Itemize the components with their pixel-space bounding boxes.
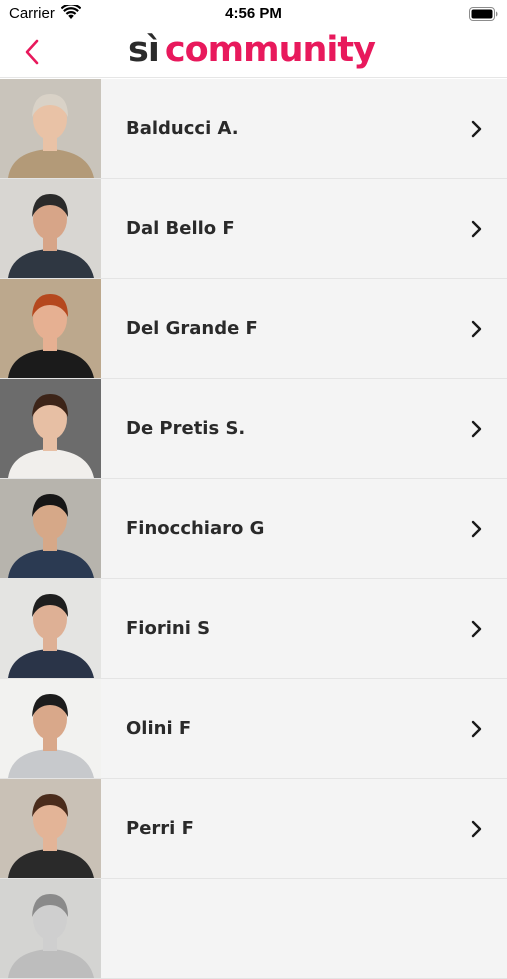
logo-community-text: community bbox=[164, 30, 376, 70]
person-name: De Pretis S. bbox=[126, 418, 246, 439]
chevron-right-icon bbox=[469, 219, 483, 239]
person-name: Olini F bbox=[126, 718, 192, 739]
person-row[interactable]: Perri F bbox=[0, 779, 507, 879]
person-row[interactable]: Finocchiaro G bbox=[0, 479, 507, 579]
status-bar: Carrier 4:56 PM bbox=[0, 0, 507, 28]
app-logo: sì community bbox=[128, 30, 376, 74]
person-row[interactable]: Fiorini S bbox=[0, 579, 507, 679]
chevron-right-icon bbox=[469, 419, 483, 439]
chevron-right-icon bbox=[469, 119, 483, 139]
person-name: Balducci A. bbox=[126, 118, 239, 139]
person-name: Del Grande F bbox=[126, 318, 258, 339]
person-name: Dal Bello F bbox=[126, 218, 235, 239]
people-list: Balducci A. Dal Bello F Del Grande F De Pre… bbox=[0, 79, 507, 979]
back-button[interactable] bbox=[20, 38, 48, 66]
person-row[interactable]: Balducci A. bbox=[0, 79, 507, 179]
person-photo bbox=[0, 479, 101, 578]
person-name: Finocchiaro G bbox=[126, 518, 265, 539]
chevron-left-icon bbox=[25, 39, 39, 65]
person-row[interactable]: Olini F bbox=[0, 679, 507, 779]
person-name: Perri F bbox=[126, 818, 194, 839]
chevron-right-icon bbox=[469, 719, 483, 739]
chevron-right-icon bbox=[469, 619, 483, 639]
person-photo bbox=[0, 179, 101, 278]
person-row[interactable]: Del Grande F bbox=[0, 279, 507, 379]
person-photo bbox=[0, 779, 101, 878]
chevron-right-icon bbox=[469, 519, 483, 539]
person-photo bbox=[0, 379, 101, 478]
battery-icon bbox=[469, 6, 498, 25]
person-photo bbox=[0, 879, 101, 978]
person-row[interactable]: De Pretis S. bbox=[0, 379, 507, 479]
person-photo bbox=[0, 579, 101, 678]
person-photo bbox=[0, 79, 101, 178]
chevron-right-icon bbox=[469, 319, 483, 339]
person-row[interactable] bbox=[0, 879, 507, 979]
navigation-bar: sì community bbox=[0, 28, 507, 78]
logo-si-text: sì bbox=[128, 30, 160, 70]
person-photo bbox=[0, 679, 101, 778]
person-name: Fiorini S bbox=[126, 618, 211, 639]
person-photo bbox=[0, 279, 101, 378]
chevron-right-icon bbox=[469, 819, 483, 839]
status-time: 4:56 PM bbox=[225, 5, 282, 22]
person-row[interactable]: Dal Bello F bbox=[0, 179, 507, 279]
